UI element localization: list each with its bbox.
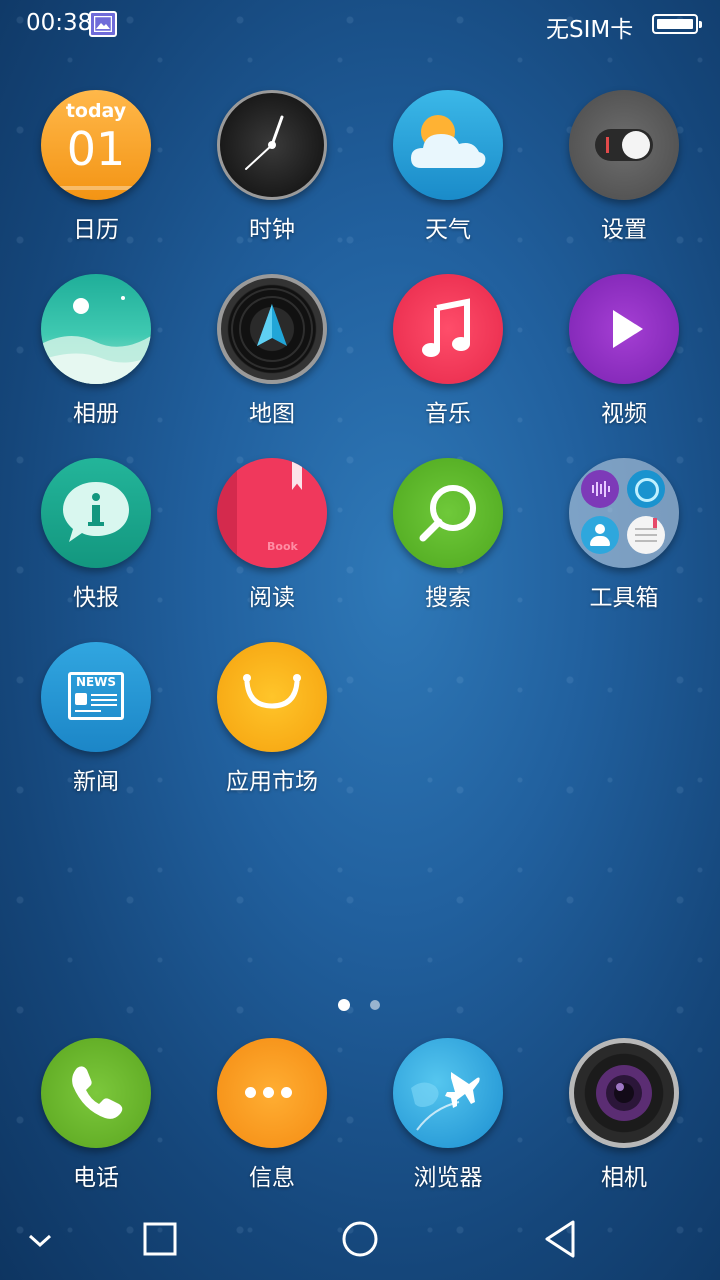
app-reading[interactable]: Book 阅读 [197,458,347,612]
app-search[interactable]: 搜索 [373,458,523,612]
dock-camera[interactable]: 相机 [549,1038,699,1192]
app-calendar[interactable]: today 01 日历 [21,90,171,244]
app-label: 应用市场 [226,769,318,795]
battery-icon [652,14,702,34]
app-gallery[interactable]: 相册 [21,274,171,428]
voice-recorder-icon [581,470,619,508]
app-label: 浏览器 [413,1165,483,1191]
news-icon: NEWS [41,642,151,752]
app-clock[interactable]: 时钟 [197,90,347,244]
app-label: 相册 [73,401,119,427]
contact-icon [581,516,619,554]
ring-icon [627,470,665,508]
sim-status: 无SIM卡 [546,17,634,43]
app-express-news[interactable]: 快报 [21,458,171,612]
app-label: 设置 [601,217,647,243]
weather-icon [393,90,503,200]
app-label: 阅读 [249,585,295,611]
app-settings[interactable]: 设置 [549,90,699,244]
map-compass-icon [217,274,327,384]
app-store[interactable]: 应用市场 [197,642,347,796]
dock-phone[interactable]: 电话 [21,1038,171,1192]
browser-globe-icon [393,1038,503,1148]
page-dot[interactable] [370,1000,380,1010]
app-label: 快报 [73,585,119,611]
app-label: 天气 [425,217,471,243]
app-video[interactable]: 视频 [549,274,699,428]
app-label: 新闻 [73,769,119,795]
app-news[interactable]: NEWS 新闻 [21,642,171,796]
app-maps[interactable]: 地图 [197,274,347,428]
dock-messages[interactable]: 信息 [197,1038,347,1192]
status-time: 00:38 [26,10,93,36]
app-folder-toolbox[interactable]: 工具箱 [549,458,699,612]
book-icon: Book [217,458,327,568]
home-button[interactable] [335,1214,385,1264]
info-bubble-icon [41,458,151,568]
shopping-bag-icon [217,642,327,752]
message-icon [217,1038,327,1148]
page-dot-active[interactable] [338,999,350,1011]
app-label: 视频 [601,401,647,427]
app-label: 时钟 [249,217,295,243]
settings-toggle-icon [569,90,679,200]
phone-icon [41,1038,151,1148]
app-label: 地图 [249,401,295,427]
app-label: 音乐 [425,401,471,427]
calendar-icon: today 01 [41,90,151,200]
notes-icon [627,516,665,554]
app-label: 相机 [601,1165,647,1191]
app-label: 搜索 [425,585,471,611]
gallery-icon [41,274,151,384]
search-icon [393,458,503,568]
clock-icon [217,90,327,200]
gallery-notification-icon [89,11,117,37]
status-bar: 00:38 无SIM卡 [0,0,720,50]
app-weather[interactable]: 天气 [373,90,523,244]
app-label: 日历 [73,217,119,243]
music-note-icon [393,274,503,384]
navigation-bar [0,1200,720,1280]
page-indicator [336,999,386,1013]
toolbox-folder-icon [569,458,679,568]
recent-apps-button[interactable] [135,1214,185,1264]
app-music[interactable]: 音乐 [373,274,523,428]
app-label: 工具箱 [589,585,659,611]
dock-browser[interactable]: 浏览器 [373,1038,523,1192]
app-label: 信息 [249,1165,295,1191]
app-label: 电话 [73,1165,119,1191]
camera-lens-icon [569,1038,679,1148]
back-button[interactable] [535,1214,585,1264]
chevron-down-icon[interactable] [16,1214,66,1264]
video-play-icon [569,274,679,384]
